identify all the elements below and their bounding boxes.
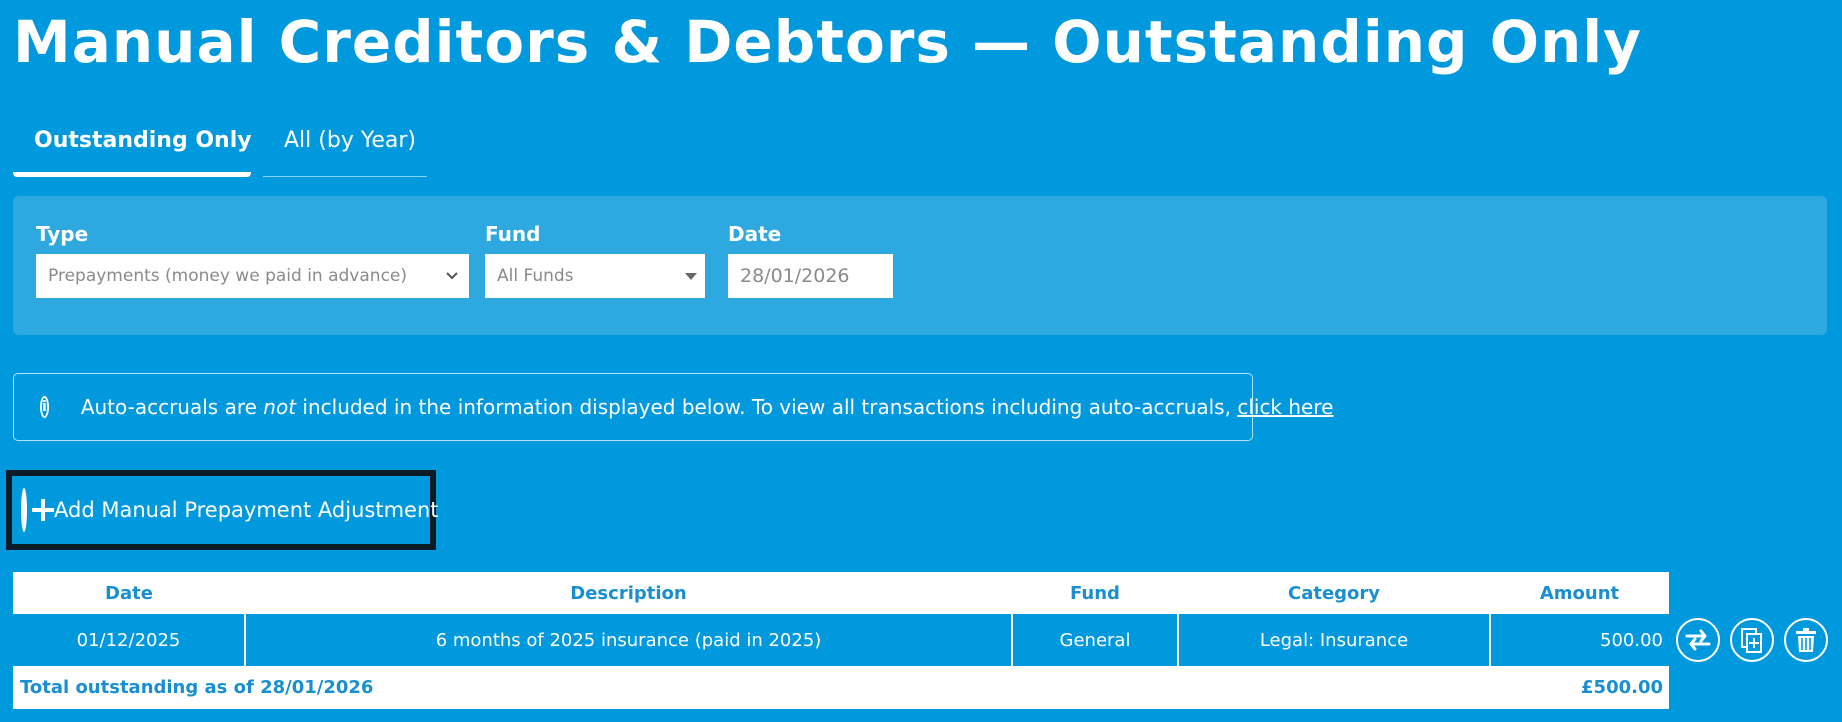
filter-panel: Type Prepayments (money we paid in advan… — [13, 196, 1827, 335]
fund-select[interactable]: All Funds — [485, 254, 705, 298]
info-text-after: included in the information displayed be… — [296, 395, 1238, 419]
fund-select-value: All Funds — [497, 266, 574, 286]
column-header-category[interactable]: Category — [1178, 572, 1490, 614]
column-header-date[interactable]: Date — [13, 572, 245, 614]
fund-filter: Fund All Funds — [485, 222, 705, 298]
cell-fund: General — [1011, 614, 1178, 666]
tab-outstanding-only[interactable]: Outstanding Only — [13, 118, 252, 177]
page-title: Manual Creditors & Debtors — Outstanding… — [13, 8, 1642, 76]
info-emphasis: not — [263, 395, 297, 419]
prepayments-table: Date Description Fund Category Amount 01… — [13, 572, 1669, 709]
cell-description: 6 months of 2025 insurance (paid in 2025… — [244, 614, 1012, 666]
trash-icon[interactable] — [1784, 618, 1828, 662]
plus-circle-icon — [21, 488, 54, 532]
duplicate-icon[interactable] — [1730, 618, 1774, 662]
cell-date: 01/12/2025 — [13, 614, 245, 666]
date-label: Date — [728, 222, 782, 246]
cell-amount: 500.00 — [1489, 614, 1669, 666]
type-select-value: Prepayments (money we paid in advance) — [48, 266, 408, 286]
info-text: Auto-accruals are not included in the in… — [81, 395, 1334, 419]
type-label: Type — [36, 222, 89, 246]
info-text-before: Auto-accruals are — [80, 395, 264, 419]
add-manual-prepayment-button[interactable]: Add Manual Prepayment Adjustment — [6, 470, 439, 550]
column-header-amount[interactable]: Amount — [1490, 572, 1669, 614]
info-icon: i — [40, 396, 49, 418]
column-header-fund[interactable]: Fund — [1012, 572, 1178, 614]
row-actions — [1676, 618, 1828, 662]
info-banner: i Auto-accruals are not included in the … — [13, 373, 1333, 441]
date-filter: Date 28/01/2026 — [728, 222, 893, 298]
type-filter: Type Prepayments (money we paid in advan… — [36, 222, 469, 298]
click-here-link[interactable]: click here — [1237, 395, 1333, 419]
transfer-icon[interactable] — [1676, 618, 1720, 662]
column-header-description[interactable]: Description — [245, 572, 1012, 614]
caret-down-icon — [685, 273, 697, 280]
chevron-down-icon — [445, 254, 459, 315]
date-input[interactable]: 28/01/2026 — [728, 254, 893, 298]
total-value: £500.00 — [1581, 677, 1663, 698]
total-row: Total outstanding as of 28/01/2026 £500.… — [13, 666, 1669, 709]
tab-bar: Outstanding Only All (by Year) — [13, 118, 427, 177]
tab-all-by-year[interactable]: All (by Year) — [263, 118, 427, 177]
table-header-row: Date Description Fund Category Amount — [13, 572, 1669, 614]
total-label: Total outstanding as of 28/01/2026 — [20, 677, 374, 698]
add-button-label: Add Manual Prepayment Adjustment — [54, 498, 439, 522]
table-row[interactable]: 01/12/2025 6 months of 2025 insurance (p… — [13, 614, 1669, 666]
type-select[interactable]: Prepayments (money we paid in advance) — [36, 254, 469, 298]
fund-label: Fund — [485, 222, 541, 246]
cell-category: Legal: Insurance — [1177, 614, 1490, 666]
